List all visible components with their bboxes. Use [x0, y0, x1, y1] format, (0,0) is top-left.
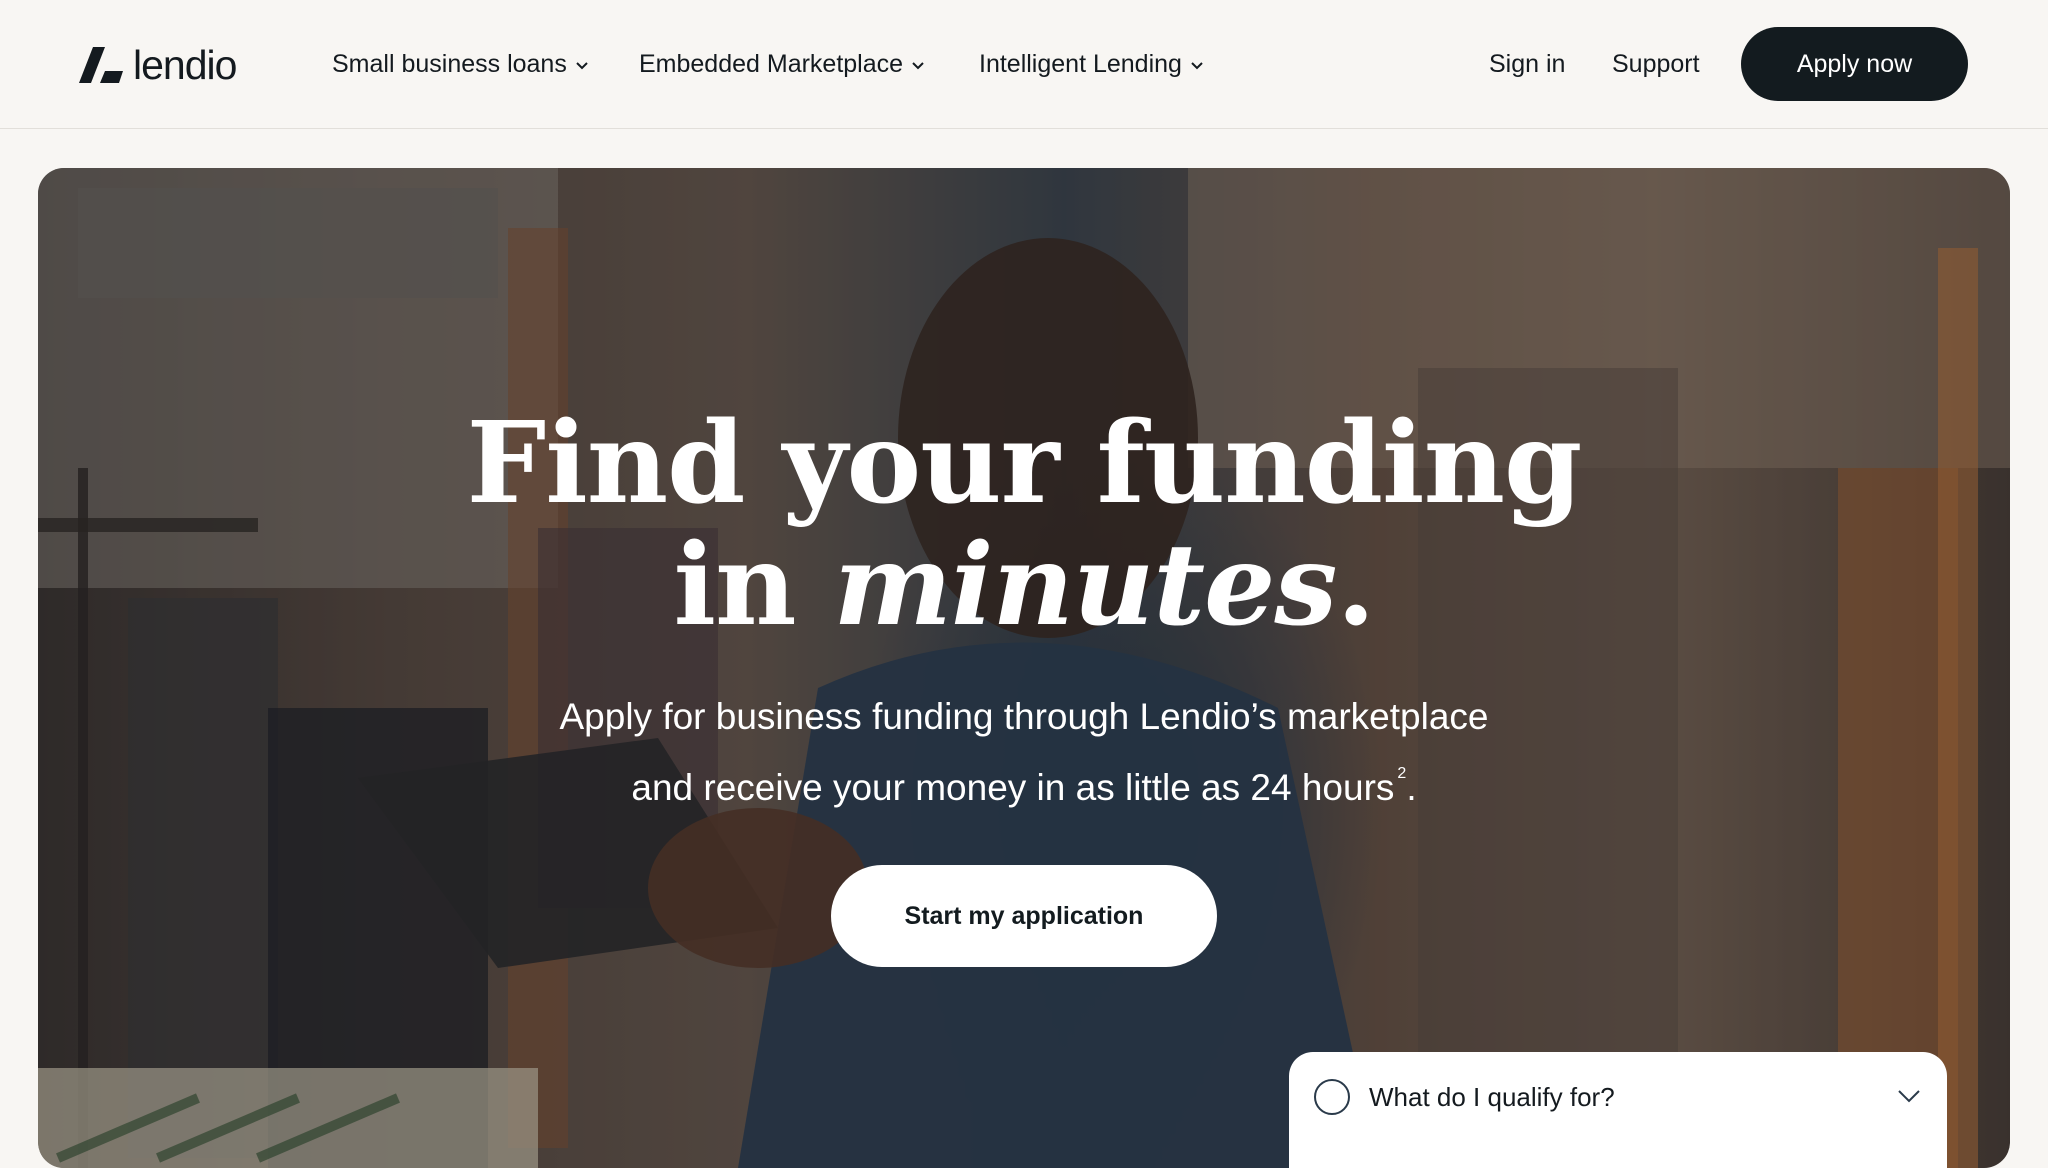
apply-now-button[interactable]: Apply now [1741, 27, 1968, 101]
hero-subhead: Apply for business funding through Lendi… [38, 688, 2010, 816]
lendio-logo[interactable]: lendio [79, 41, 237, 88]
qualify-dropdown[interactable]: What do I qualify for? [1289, 1052, 1947, 1168]
sign-in-link[interactable]: Sign in [1489, 46, 1565, 82]
hero-headline: Find your funding in minutes. [38, 403, 2010, 647]
lendio-mark-icon [79, 47, 123, 83]
headline-line-1: Find your funding [466, 398, 1583, 529]
site-header: lendio Small business loans Embedded Mar… [0, 0, 2048, 129]
chevron-down-icon [912, 62, 924, 70]
footnote-marker[interactable]: 2 [1397, 765, 1406, 782]
subhead-line-2: and receive your money in as little as 2… [38, 745, 2010, 816]
circle-icon [1314, 1079, 1350, 1115]
chevron-down-icon [1191, 62, 1203, 70]
headline-suffix: . [1336, 520, 1375, 651]
nav-label: Small business loans [332, 49, 567, 78]
nav-small-business-loans[interactable]: Small business loans [332, 46, 589, 82]
nav-intelligent-lending[interactable]: Intelligent Lending [979, 46, 1204, 82]
headline-prefix: in [673, 520, 834, 651]
qualify-label: What do I qualify for? [1369, 1082, 1615, 1112]
hero-overlay [38, 168, 2010, 1168]
chevron-down-icon [576, 62, 588, 70]
subhead-line-1: Apply for business funding through Lendi… [559, 696, 1489, 737]
chevron-down-icon [1898, 1090, 1920, 1103]
nav-embedded-marketplace[interactable]: Embedded Marketplace [639, 46, 925, 82]
headline-line-2: in minutes. [38, 525, 2010, 647]
hero-banner: Find your funding in minutes. Apply for … [38, 168, 2010, 1168]
subhead-end: . [1406, 767, 1417, 808]
nav-label: Intelligent Lending [979, 49, 1182, 78]
nav-label: Embedded Marketplace [639, 49, 904, 78]
support-link[interactable]: Support [1612, 46, 1700, 82]
headline-emphasis: minutes [833, 520, 1338, 651]
start-application-button[interactable]: Start my application [831, 865, 1217, 967]
subhead-line-2-text: and receive your money in as little as 2… [631, 767, 1395, 808]
logo-text: lendio [133, 41, 237, 88]
